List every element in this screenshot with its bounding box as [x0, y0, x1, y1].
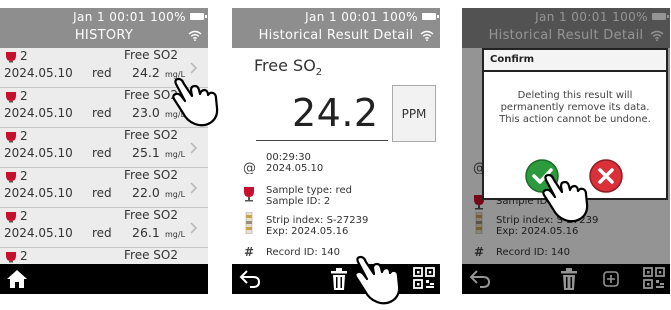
status-time: 00:01 [109, 10, 146, 24]
bottom-toolbar [0, 264, 208, 294]
page-title: HISTORY [74, 28, 134, 43]
result-date: 2024.05.10 [4, 106, 73, 120]
wine-glass-icon [6, 252, 16, 263]
sample-info: Sample type: red Sample ID: 2 [266, 185, 352, 207]
sample-type: red [92, 66, 112, 80]
status-bar: Jan 1 00:01 100% [305, 10, 418, 24]
parameter-name: Free SO2 [254, 56, 323, 79]
status-header: Jan 1 00:01 100% HISTORY [0, 8, 208, 48]
sample-id: 2 [20, 209, 28, 223]
trash-icon[interactable] [330, 267, 348, 291]
battery-percent: 100% [150, 10, 186, 24]
result-value: 24.2 [132, 65, 160, 80]
result-date: 2024.05.10 [4, 146, 73, 160]
unit-badge: PPM [392, 85, 436, 142]
strip-info: Strip index: S-27239 Exp: 2024.05.16 [266, 215, 368, 237]
result-value: 25.1 [132, 145, 160, 160]
sample-type: red [92, 226, 112, 240]
sample-id: 2 [20, 169, 28, 183]
sample-type: red [92, 146, 112, 160]
home-icon[interactable] [6, 268, 28, 289]
result-date: 2024.05.10 [4, 226, 73, 240]
wine-glass-icon [6, 212, 16, 223]
result-date: 2024.05.10 [266, 163, 324, 174]
result-unit: mg/L [165, 190, 186, 199]
parameter-name: Free SO2 [124, 208, 178, 222]
history-screen: Jan 1 00:01 100% HISTORY 2 Free SO2 2024.0… [0, 8, 208, 294]
strip-index: Strip index: S-27239 [266, 215, 369, 226]
record-id: Record ID: 140 [266, 247, 341, 258]
wine-glass-icon [6, 52, 16, 63]
value-underline [256, 140, 388, 141]
tap-hand-icon [172, 77, 219, 127]
confirm-delete-screen: Jan 1 00:01 100% Historical Result Detai… [462, 8, 670, 294]
history-row[interactable]: 2 Free SO2 2024.05.10 red 25.1 mg/L [0, 128, 208, 171]
sample-id: Sample ID: 2 [266, 196, 331, 207]
result-detail-screen: Jan 1 00:01 100% Historical Result Detai… [232, 8, 440, 294]
battery-icon [190, 13, 207, 20]
result-unit: mg/L [165, 150, 186, 159]
status-bar: Jan 1 00:01 100% [73, 10, 186, 24]
timestamp: 00:29:30 2024.05.10 [266, 152, 323, 174]
wine-glass-icon [6, 132, 16, 143]
hash-icon: # [244, 245, 254, 257]
sample-id: 2 [20, 49, 28, 63]
svg-text:@: @ [243, 161, 256, 174]
parameter-name: Free SO2 [124, 248, 178, 262]
qr-code-icon[interactable] [413, 267, 435, 291]
sample-id: 2 [20, 249, 28, 263]
result-unit: mg/L [165, 230, 186, 239]
test-strip-icon [245, 212, 253, 234]
battery-icon [422, 13, 439, 20]
status-header: Jan 1 00:01 100% Historical Result Detai… [232, 8, 440, 48]
dialog-message: Deleting this result will permanently re… [499, 90, 651, 125]
sample-id: 2 [20, 89, 28, 103]
page-title: Historical Result Detail [258, 28, 414, 43]
parameter-name: Free SO2 [124, 48, 178, 62]
status-date: Jan [73, 10, 93, 24]
chevron-right-icon [190, 222, 198, 234]
wifi-icon [420, 30, 434, 41]
result-value: 24.2 [292, 91, 379, 135]
history-row[interactable]: 2 Free SO2 2024.05.10 red 22.0 mg/L [0, 168, 208, 211]
result-value: 22.0 [132, 185, 160, 200]
result-detail: Free SO2 24.2 PPM @ 00:29:30 2024.05.10 … [232, 48, 440, 264]
history-row[interactable]: 2 Free SO2 2024.05.10 red 26.1 mg/L [0, 208, 208, 251]
chevron-right-icon [190, 62, 198, 74]
tap-hand-icon [542, 173, 589, 223]
result-date: 2024.05.10 [4, 66, 73, 80]
sample-type: red [92, 186, 112, 200]
result-date: 2024.05.10 [4, 186, 73, 200]
wine-glass-icon [6, 172, 16, 183]
svg-text:#: # [244, 245, 254, 257]
sample-type: Sample type: red [266, 185, 352, 196]
history-row[interactable]: 2 Free SO2 [0, 248, 208, 264]
result-value: 26.1 [132, 225, 160, 240]
chevron-right-icon [190, 142, 198, 154]
result-time: 00:29:30 [266, 152, 311, 163]
dialog-title: Confirm [484, 50, 666, 72]
back-icon[interactable] [238, 269, 262, 289]
sample-id: 2 [20, 129, 28, 143]
strip-expiry: Exp: 2024.05.16 [266, 226, 349, 237]
tap-hand-icon [354, 255, 401, 305]
wine-glass-icon [6, 92, 16, 103]
status-day: 1 [97, 10, 106, 24]
wine-glass-icon [244, 187, 254, 202]
result-value: 23.0 [132, 105, 160, 120]
parameter-name: Free SO2 [124, 168, 178, 182]
wifi-icon [188, 30, 202, 41]
parameter-name: Free SO2 [124, 128, 178, 142]
sample-type: red [92, 106, 112, 120]
clock-icon: @ [243, 161, 256, 174]
chevron-right-icon [190, 182, 198, 194]
